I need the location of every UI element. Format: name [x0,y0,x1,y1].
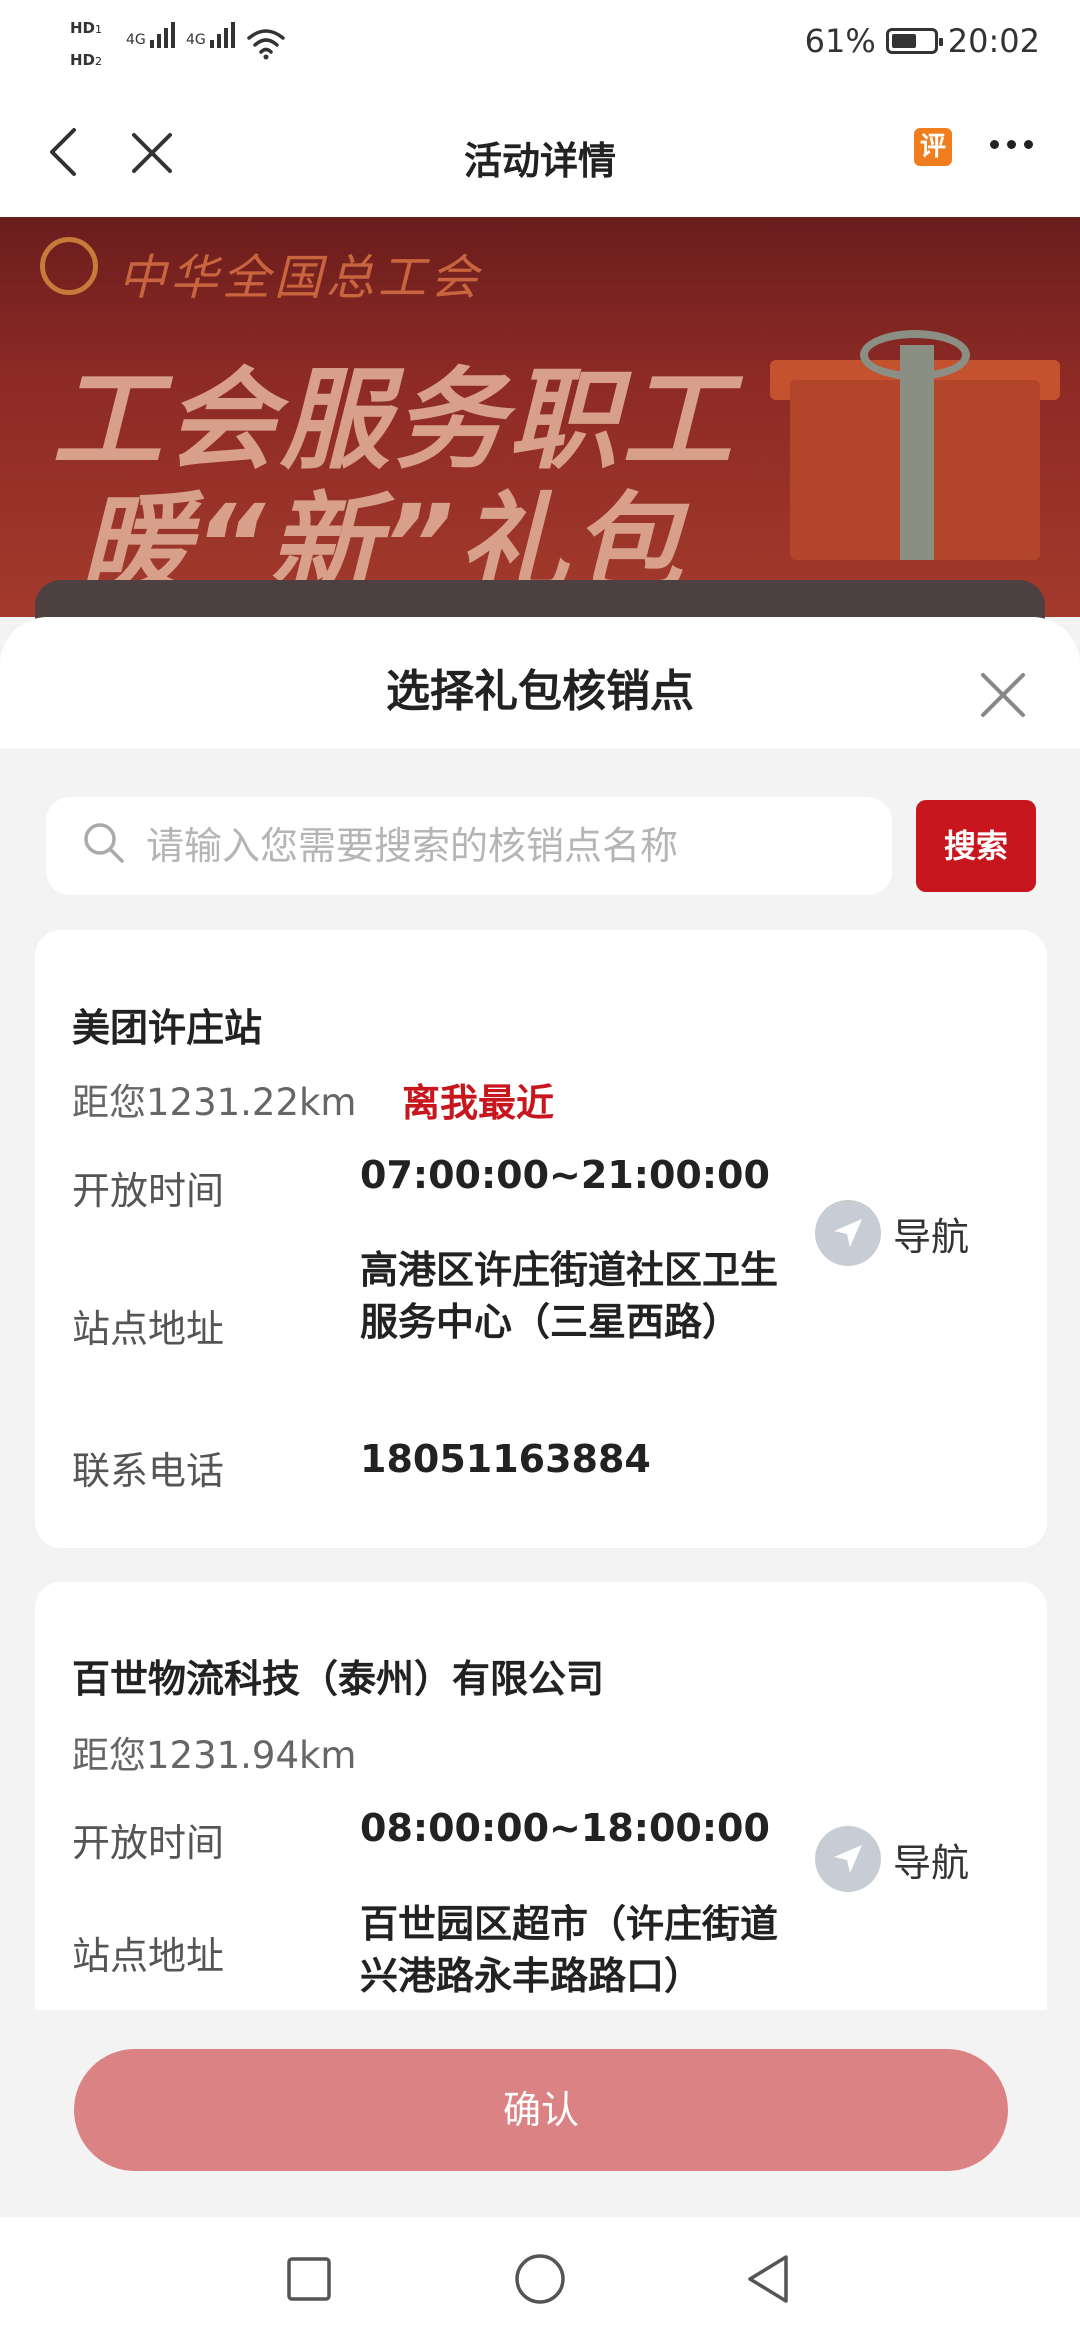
station-distance: 距您1231.94km [72,1734,357,1777]
battery-icon [885,28,943,54]
banner-org-name: 中华全国总工会 [118,250,483,306]
battery-percent: 61% [804,22,876,60]
address-value: 高港区许庄街道社区卫生服务中心（三星西路） [360,1248,779,1344]
nearest-tag: 离我最近 [402,1081,555,1125]
home-icon[interactable] [514,2253,566,2305]
gift-ribbon [900,345,934,560]
signal-bars-icon [149,22,175,48]
union-logo-icon [40,237,98,295]
open-time-label: 开放时间 [72,1169,225,1213]
signal-bars-icon [209,22,235,48]
confirm-button[interactable]: 确认 [74,2049,1008,2171]
hd-label: HD [70,51,96,69]
hd-label: HD [70,19,96,37]
station-name: 百世物流科技（泰州）有限公司 [72,1657,605,1701]
address-label: 站点地址 [72,1307,225,1351]
navigate-label: 导航 [893,1840,970,1885]
more-icon[interactable] [990,140,1033,149]
open-time-value: 07:00:00~21:00:00 [360,1153,770,1197]
station-distance: 距您1231.22km [72,1081,357,1124]
signal-1: 4G [126,22,175,48]
hd-sub: 2 [95,55,103,68]
signal-2: 4G [186,22,235,48]
hd-sub: 1 [95,23,103,36]
recent-apps-icon[interactable] [286,2256,332,2302]
status-right: 61% 20:02 [805,22,1040,60]
hd-indicator-2: HD2 [70,50,102,69]
address-label: 站点地址 [72,1934,225,1978]
address-value: 百世园区超市（许庄街道兴港路永丰路路口） [360,1902,779,1998]
navigation-arrow-icon [815,1826,881,1892]
phone-label: 联系电话 [72,1449,225,1493]
search-button[interactable]: 搜索 [916,800,1036,892]
hd-indicator-1: HD1 [70,18,102,37]
phone-value: 18051163884 [360,1437,651,1481]
clock: 20:02 [947,22,1040,60]
navigation-arrow-icon [815,1200,881,1266]
review-badge-icon[interactable]: 评 [914,128,952,166]
sheet-close-icon[interactable] [978,670,1028,720]
wifi-icon [247,29,285,60]
navigate-label: 导航 [893,1214,970,1259]
station-name: 美团许庄站 [72,1006,263,1050]
sheet-title: 选择礼包核销点 [386,666,694,717]
open-time-label: 开放时间 [72,1821,225,1865]
open-time-value: 08:00:00~18:00:00 [360,1806,770,1850]
search-input[interactable] [146,797,876,895]
navigate-button[interactable]: 导航 [815,1826,969,1892]
search-icon [84,823,124,863]
network-type: 4G [126,32,146,48]
back-triangle-icon[interactable] [744,2253,792,2305]
network-type: 4G [186,32,206,48]
navigate-button[interactable]: 导航 [815,1200,969,1266]
